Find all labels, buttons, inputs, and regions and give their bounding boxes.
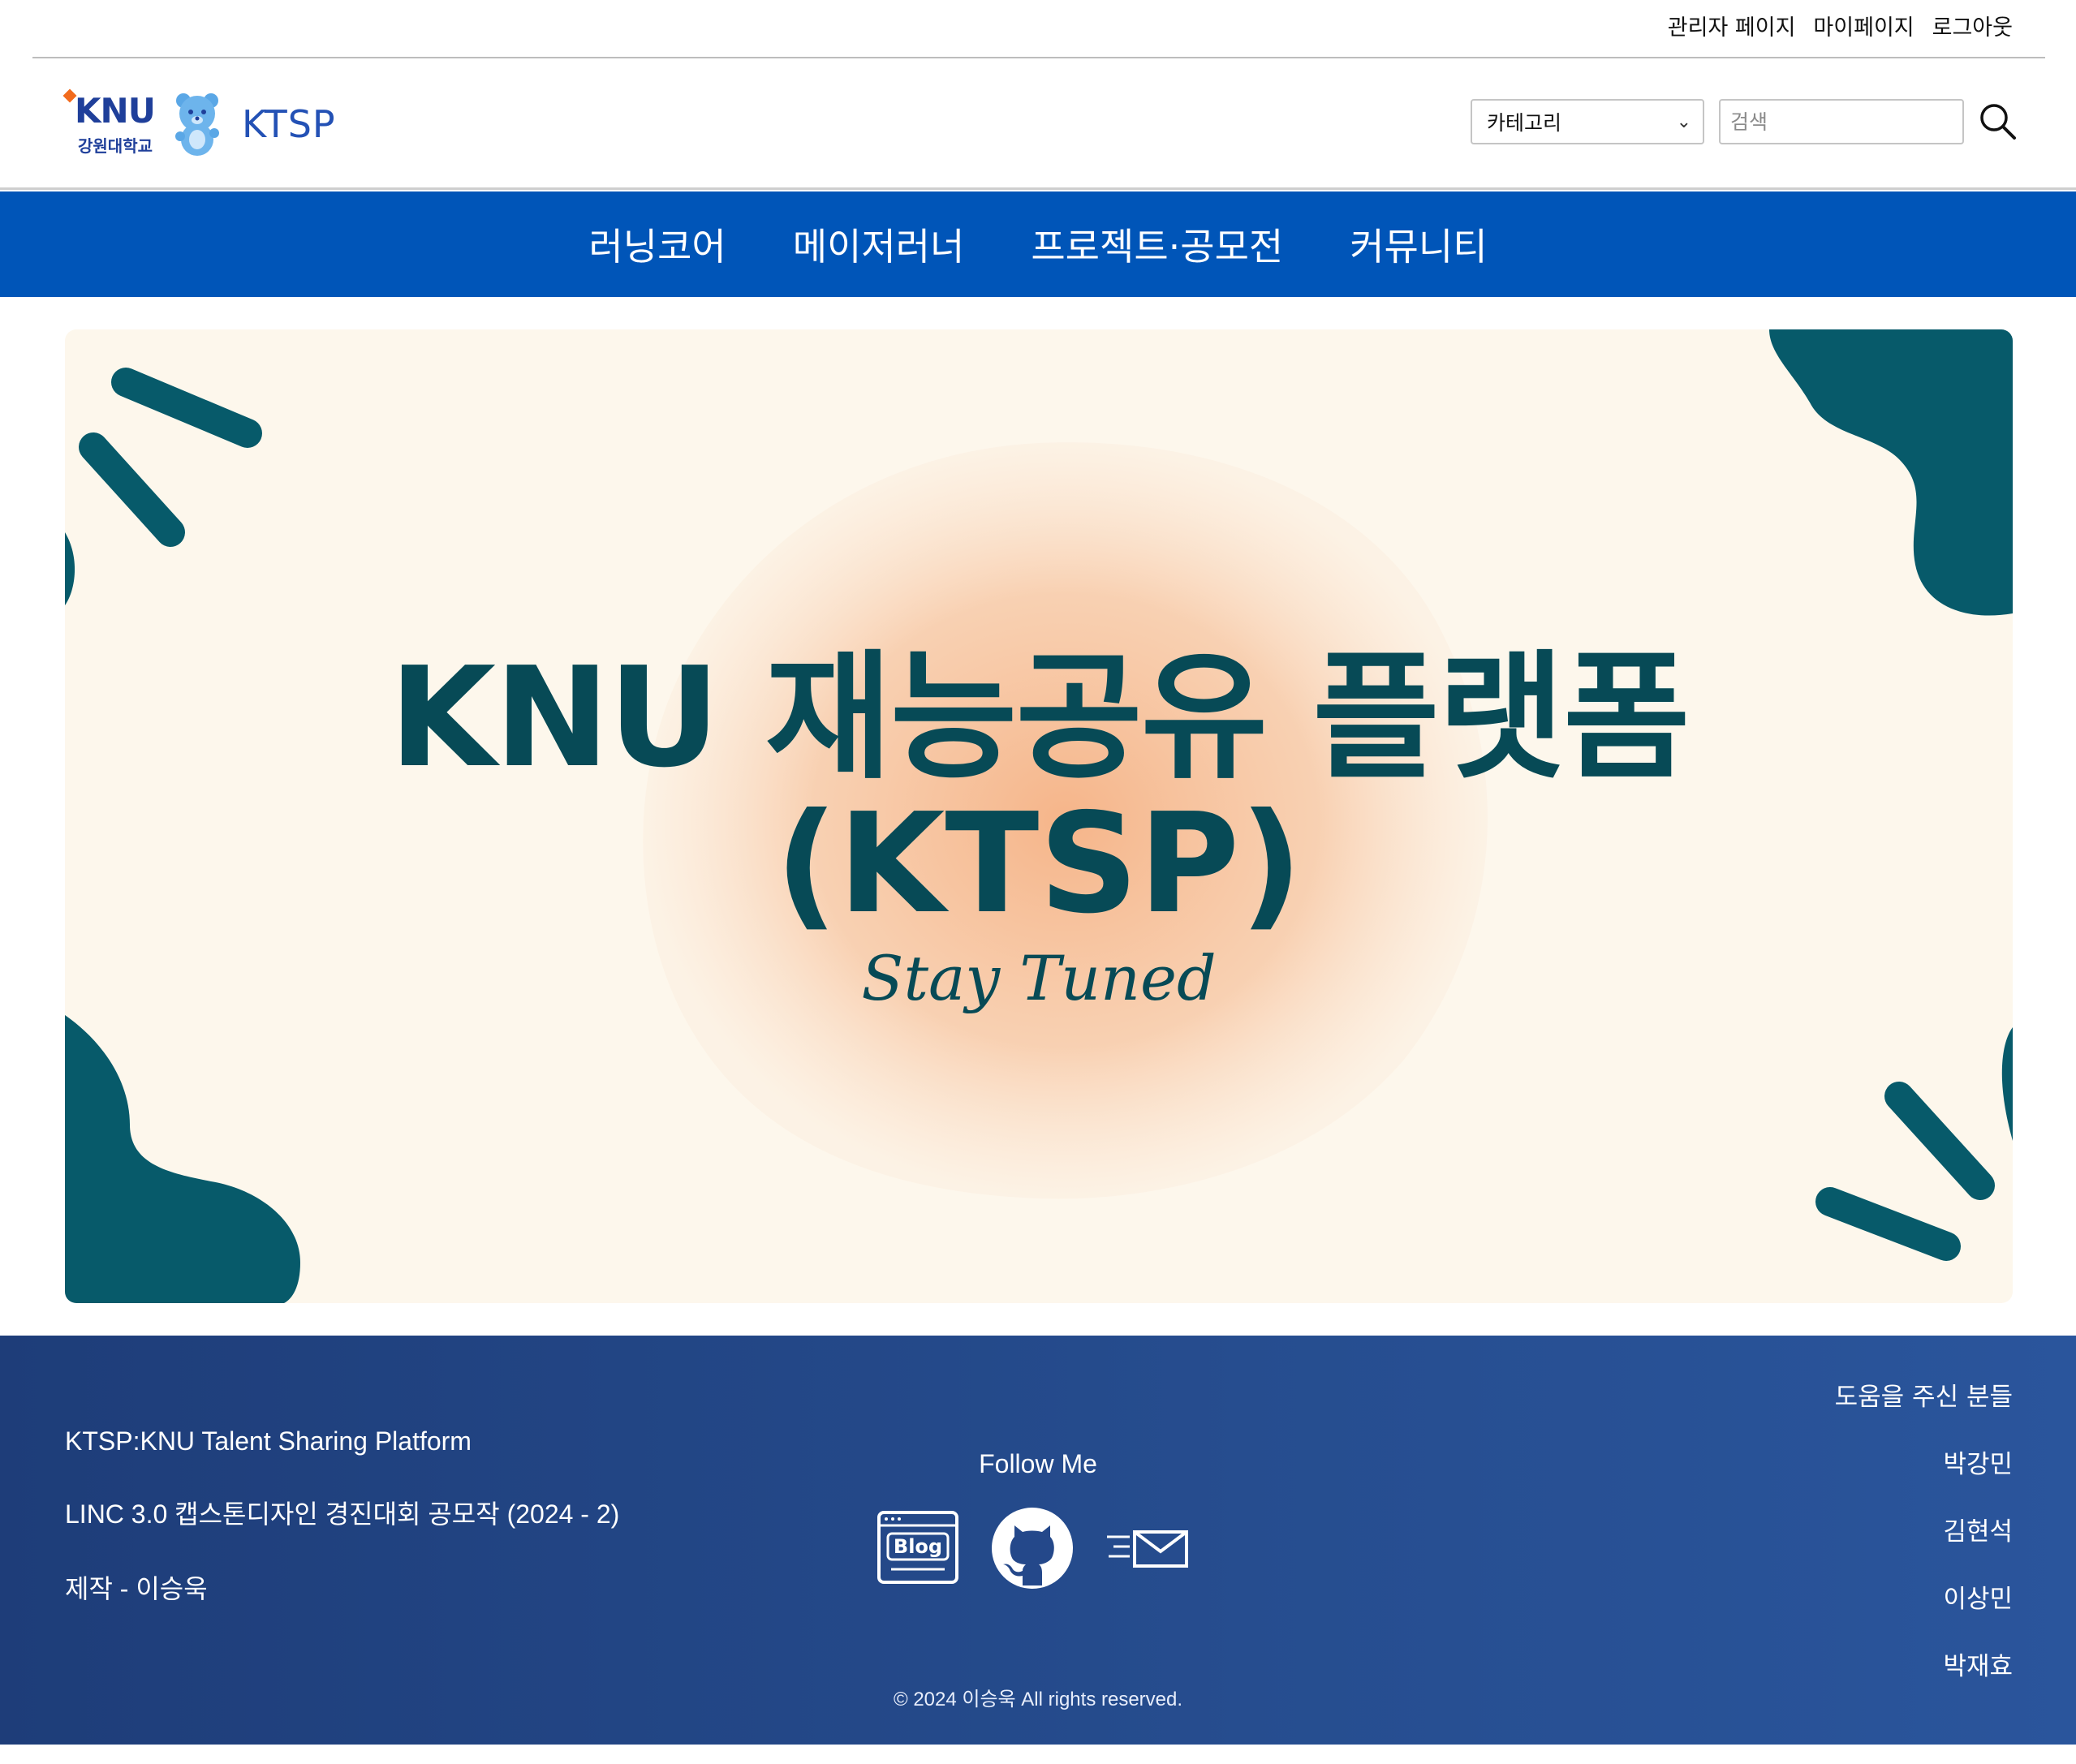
logo-mark: KNU [75, 91, 156, 131]
blog-icon-label: Blog [894, 1535, 942, 1558]
category-select-value: 카테고리 [1487, 111, 1562, 135]
blog-link[interactable]: Blog [876, 1509, 959, 1590]
decor-corner-wave [1769, 329, 2013, 616]
decor-corner [2001, 1027, 2013, 1141]
nav-item-community[interactable]: 커뮤니티 [1350, 217, 1487, 271]
banner-tagline: Stay Tuned [861, 942, 1217, 1014]
admin-page-link[interactable]: 관리자 페이지 [1668, 10, 1796, 41]
site-header: KNU 강원대학교 KTSP 카테고리 ⌄ [0, 60, 2076, 190]
site-footer: KTSP:KNU Talent Sharing Platform LINC 3.… [0, 1336, 2076, 1745]
decor-stroke [79, 432, 185, 547]
nav-item-projects-contests[interactable]: 프로젝트·공모전 [1031, 217, 1283, 271]
category-select[interactable]: 카테고리 ⌄ [1471, 99, 1704, 144]
search-input[interactable] [1719, 99, 1964, 144]
nav-item-learning-core[interactable]: 러닝코어 [588, 217, 726, 271]
github-icon [992, 1508, 1073, 1589]
chevron-down-icon: ⌄ [1676, 111, 1691, 132]
social-links: Blog [876, 1506, 1190, 1594]
github-link[interactable] [990, 1506, 1075, 1594]
site-logo[interactable]: KNU 강원대학교 KTSP [62, 88, 336, 161]
mail-icon [1107, 1530, 1188, 1568]
banner-title-line1: KNU 재능공유 플랫폼 [389, 638, 1690, 798]
decor-stroke [1815, 1187, 1961, 1261]
decor-stroke [111, 368, 262, 448]
bear-mascot-icon [175, 93, 219, 156]
knu-logo: KNU 강원대학교 [62, 88, 170, 161]
search-area: 카테고리 ⌄ [1471, 99, 2019, 144]
decor-corner-wave [65, 1015, 300, 1303]
thanks-person: 이상민 [1943, 1585, 2013, 1614]
copyright: © 2024 이승욱 All rights reserved. [893, 1689, 1183, 1710]
nav-item-major-learner[interactable]: 메이저러너 [793, 217, 965, 271]
thanks-person: 박강민 [1943, 1450, 2013, 1479]
hero-banner: KNU 재능공유 플랫폼 (KTSP) Stay Tuned [65, 329, 2013, 1303]
decor-stroke [1884, 1082, 1995, 1200]
blog-icon: Blog [877, 1511, 958, 1584]
my-page-link[interactable]: 마이페이지 [1813, 10, 1914, 41]
footer-author: 제작 - 이승욱 [65, 1574, 208, 1603]
logout-link[interactable]: 로그아웃 [1932, 10, 2013, 41]
email-link[interactable] [1105, 1524, 1190, 1576]
decor-corner [65, 532, 75, 605]
logo-university-name: 강원대학교 [78, 136, 153, 156]
footer-contest-info: LINC 3.0 캡스톤디자인 경진대회 공모작 (2024 - 2) [65, 1499, 620, 1529]
site-name: KTSP [242, 102, 336, 146]
thanks-section: 도움을 주신 분들 박강민 김현석 이상민 박재효 [1835, 1376, 2013, 1713]
main-nav: 러닝코어 메이저러너 프로젝트·공모전 커뮤니티 [0, 191, 2076, 297]
utility-links: 관리자 페이지 마이페이지 로그아웃 [1668, 10, 2013, 41]
thanks-title: 도움을 주신 분들 [1834, 1383, 2013, 1412]
search-icon[interactable] [1977, 101, 2019, 143]
follow-me-label: Follow Me [979, 1449, 1097, 1478]
top-utility-bar: 관리자 페이지 마이페이지 로그아웃 [32, 0, 2045, 58]
thanks-person: 김현석 [1943, 1517, 2013, 1547]
thanks-person: 박재효 [1943, 1652, 2013, 1681]
banner-title-line2: (KTSP) [774, 784, 1303, 944]
